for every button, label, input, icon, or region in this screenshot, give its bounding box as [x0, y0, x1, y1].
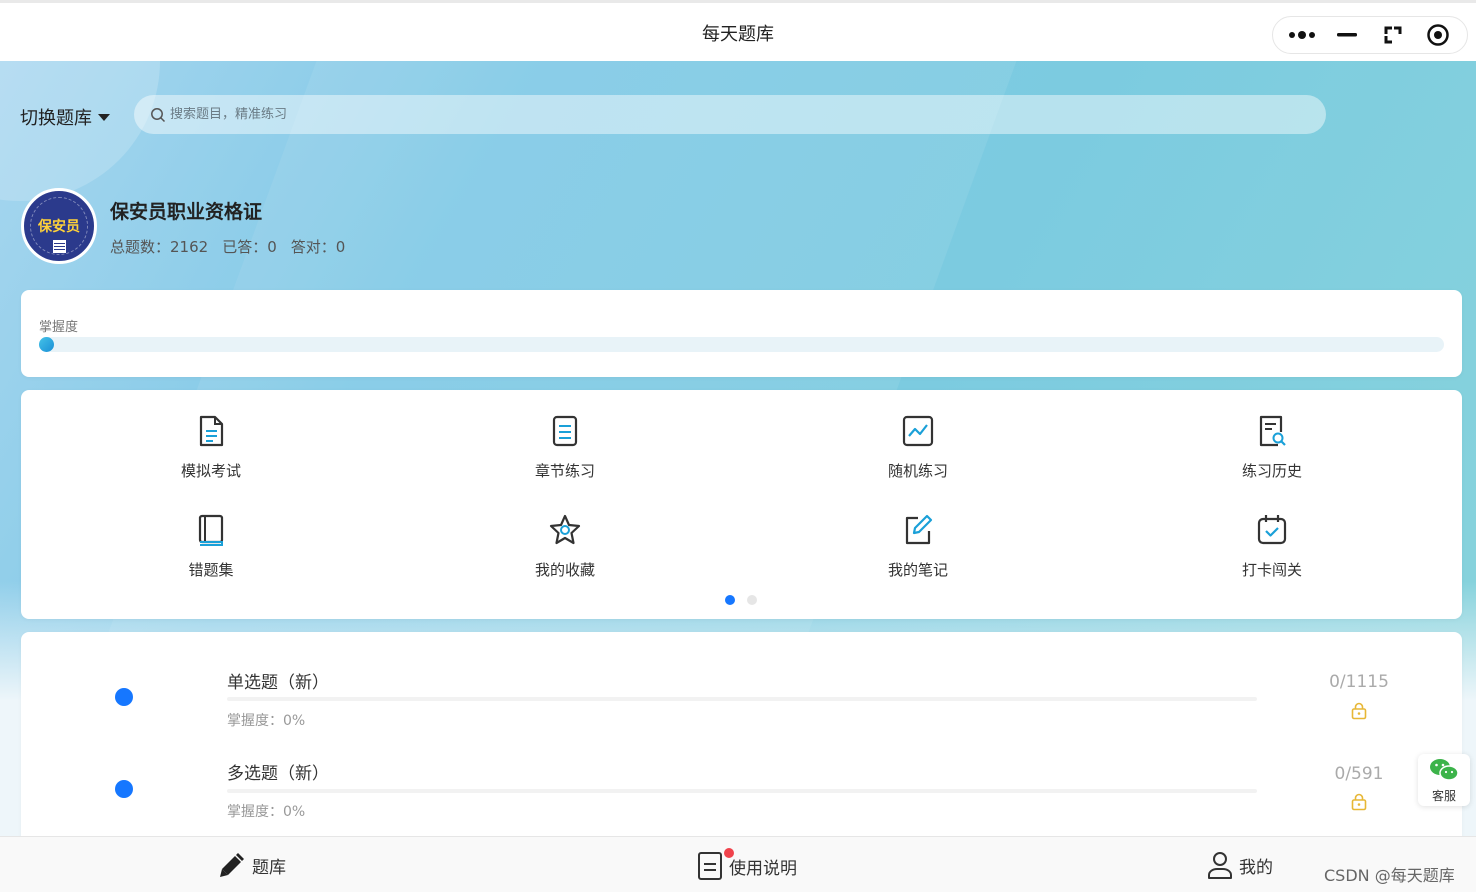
- history-icon: [1259, 415, 1286, 447]
- wechat-icon: [1430, 759, 1459, 781]
- switch-bank-button[interactable]: 切换题库: [20, 104, 110, 130]
- switch-bank-label: 切换题库: [20, 108, 92, 129]
- note-icon: [905, 514, 933, 545]
- grid-item-chapter[interactable]: 章节练习: [465, 414, 665, 481]
- category-list: 单选题（新） 掌握度：0% 0/1115 多选题（新） 掌握度：0% 0/591: [21, 632, 1462, 862]
- grid-item-label: 练习历史: [1241, 462, 1302, 480]
- star-icon: [549, 514, 581, 545]
- grid-item-label: 模拟考试: [180, 462, 241, 480]
- restore-icon: [1384, 26, 1402, 44]
- category-count: 0/591: [1334, 764, 1384, 784]
- grid-item-label: 章节练习: [534, 462, 595, 480]
- tab-instructions[interactable]: 使用说明: [697, 848, 797, 881]
- qr-code-icon: [53, 240, 66, 253]
- grid-item-mock-exam[interactable]: 模拟考试: [111, 414, 311, 481]
- category-title: 单选题（新）: [227, 673, 329, 693]
- caret-down-icon: [98, 113, 110, 121]
- search-bar[interactable]: [134, 95, 1326, 134]
- category-mastery: 掌握度：0%: [227, 713, 306, 729]
- grid-item-random[interactable]: 随机练习: [818, 414, 1018, 481]
- lock-icon: [1351, 793, 1367, 811]
- grid-item-label: 打卡闯关: [1241, 561, 1302, 579]
- bottom-tab-bar: 题库 使用说明 我的: [0, 836, 1476, 892]
- page-dot-1[interactable]: [725, 595, 735, 605]
- mastery-progress-knob: [39, 337, 54, 352]
- feature-grid: 模拟考试 章节练习 随机练习 练习历史 错题集 我的收藏 我的笔记 打卡闯关: [21, 390, 1462, 619]
- grid-item-label: 错题集: [188, 561, 234, 579]
- category-count: 0/1115: [1329, 672, 1389, 692]
- customer-service-button[interactable]: 客服: [1418, 754, 1470, 806]
- watermark-text: CSDN @每天题库: [1324, 866, 1455, 885]
- pencil-icon: [220, 853, 244, 877]
- grid-item-label: 我的笔记: [887, 561, 948, 579]
- book-icon: [198, 514, 224, 546]
- tab-question-bank[interactable]: 题库: [218, 851, 286, 879]
- mini-program-capsule: [1272, 16, 1468, 54]
- bank-stats: 总题数：2162 已答：0 答对：0: [110, 236, 345, 257]
- page-indicator: [725, 595, 757, 605]
- grid-item-wrong-set[interactable]: 错题集: [111, 513, 311, 580]
- minimize-icon: [1337, 33, 1358, 37]
- category-row-single[interactable]: 单选题（新） 掌握度：0% 0/1115: [21, 662, 1462, 752]
- lock-icon: [1351, 702, 1367, 720]
- document-icon: [698, 852, 722, 880]
- category-row-multiple[interactable]: 多选题（新） 掌握度：0% 0/591: [21, 753, 1462, 843]
- more-button[interactable]: [1284, 20, 1320, 50]
- total-count: 总题数：2162: [110, 238, 209, 256]
- page-dot-2[interactable]: [747, 595, 757, 605]
- more-dots-icon: [1288, 31, 1315, 39]
- tab-mine[interactable]: 我的: [1207, 851, 1273, 879]
- grid-item-history[interactable]: 练习历史: [1172, 414, 1372, 481]
- grid-item-notes[interactable]: 我的笔记: [818, 513, 1018, 580]
- calendar-check-icon: [1257, 515, 1287, 545]
- tab-label: 题库: [252, 857, 286, 878]
- category-bullet: [115, 688, 133, 706]
- mastery-label: 掌握度: [39, 320, 79, 335]
- chapter-icon: [552, 415, 578, 447]
- search-icon: [151, 107, 166, 122]
- answered-count: 已答：0: [222, 238, 277, 256]
- notification-dot: [724, 848, 734, 858]
- minimize-button[interactable]: [1329, 20, 1365, 50]
- category-progress-line: [227, 789, 1257, 793]
- title-bar: 每天题库: [0, 3, 1476, 61]
- category-bullet: [115, 780, 133, 798]
- search-input[interactable]: [170, 107, 770, 122]
- grid-item-checkin[interactable]: 打卡闯关: [1172, 513, 1372, 580]
- category-title: 多选题（新）: [227, 764, 329, 784]
- avatar-text: 保安员: [38, 219, 80, 235]
- chart-icon: [902, 415, 934, 447]
- correct-count: 答对：0: [290, 238, 346, 256]
- mastery-progress-track: [39, 337, 1444, 352]
- restore-button[interactable]: [1375, 20, 1411, 50]
- category-mastery: 掌握度：0%: [227, 804, 306, 820]
- grid-item-favorites[interactable]: 我的收藏: [465, 513, 665, 580]
- tab-label: 使用说明: [729, 858, 797, 879]
- exam-icon: [199, 415, 224, 447]
- tab-label: 我的: [1239, 857, 1273, 878]
- grid-item-label: 我的收藏: [534, 561, 595, 579]
- bank-name: 保安员职业资格证: [110, 201, 263, 223]
- close-button[interactable]: [1420, 20, 1456, 50]
- category-progress-line: [227, 697, 1257, 701]
- grid-item-label: 随机练习: [887, 462, 948, 480]
- customer-service-label: 客服: [1431, 789, 1456, 803]
- mastery-card: 掌握度: [21, 290, 1462, 377]
- bank-avatar: 保安员: [21, 188, 97, 264]
- window-title: 每天题库: [702, 24, 774, 45]
- user-icon: [1208, 852, 1232, 879]
- close-circle-icon: [1427, 24, 1449, 46]
